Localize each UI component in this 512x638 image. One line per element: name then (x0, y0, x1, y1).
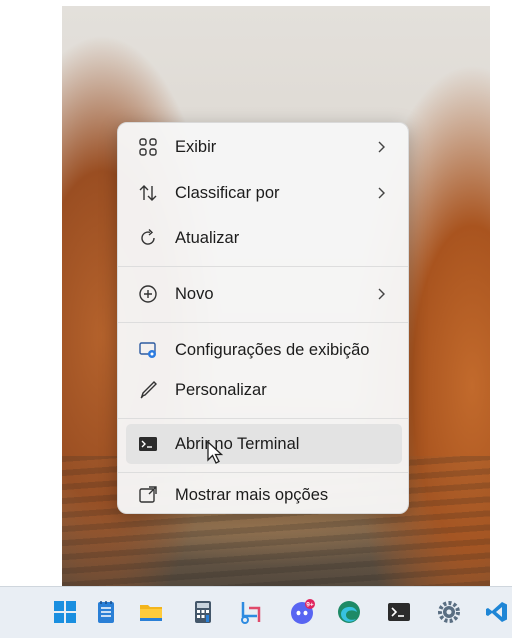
menu-item-mostrar-mais-opcoes[interactable]: Mostrar mais opções (126, 475, 402, 515)
taskbar: 9+ (0, 586, 512, 638)
notepad-icon[interactable] (93, 599, 119, 625)
menu-item-exibir[interactable]: Exibir (126, 127, 402, 167)
settings-icon[interactable] (436, 599, 462, 625)
menu-separator (118, 266, 408, 267)
view-grid-icon (138, 137, 158, 157)
new-plus-icon (138, 284, 158, 304)
menu-separator (118, 418, 408, 419)
menu-item-label: Personalizar (175, 380, 267, 399)
menu-item-label: Exibir (175, 137, 217, 156)
menu-separator (118, 322, 408, 323)
menu-item-label: Configurações de exibição (175, 340, 370, 359)
chevron-right-icon (378, 187, 385, 199)
menu-separator (118, 472, 408, 473)
menu-item-label: Atualizar (175, 228, 240, 247)
chevron-right-icon (378, 288, 385, 300)
refresh-icon (138, 228, 158, 248)
discord-icon[interactable]: 9+ (290, 599, 316, 625)
menu-item-atualizar[interactable]: Atualizar (126, 218, 402, 258)
display-settings-icon (138, 340, 158, 360)
snipping-tool-icon[interactable] (238, 599, 264, 625)
menu-item-label: Novo (175, 284, 214, 303)
sort-icon (138, 183, 158, 203)
menu-item-classificar-por[interactable]: Classificar por (126, 173, 402, 213)
menu-item-personalizar[interactable]: Personalizar (126, 370, 402, 410)
windows-start-icon[interactable] (52, 599, 78, 625)
menu-item-novo[interactable]: Novo (126, 274, 402, 314)
file-explorer-icon[interactable] (138, 599, 164, 625)
calculator-icon[interactable] (190, 599, 216, 625)
terminal-icon[interactable] (386, 599, 412, 625)
chevron-right-icon (378, 141, 385, 153)
edge-icon[interactable] (336, 599, 362, 625)
menu-item-abrir-no-terminal[interactable]: Abrir no Terminal (126, 424, 402, 464)
terminal-icon (138, 434, 158, 454)
menu-item-label: Mostrar mais opções (175, 485, 329, 504)
menu-item-label: Abrir no Terminal (175, 434, 300, 453)
desktop-context-menu: Exibir Classificar por Atualizar Novo Co… (117, 122, 409, 514)
more-options-icon (138, 485, 158, 505)
mouse-cursor-icon (207, 440, 224, 464)
menu-item-label: Classificar por (175, 183, 280, 202)
svg-text:9+: 9+ (306, 602, 314, 609)
brush-icon (138, 380, 158, 400)
menu-item-configuracoes-de-exibicao[interactable]: Configurações de exibição (126, 330, 402, 370)
vscode-icon[interactable] (484, 599, 510, 625)
